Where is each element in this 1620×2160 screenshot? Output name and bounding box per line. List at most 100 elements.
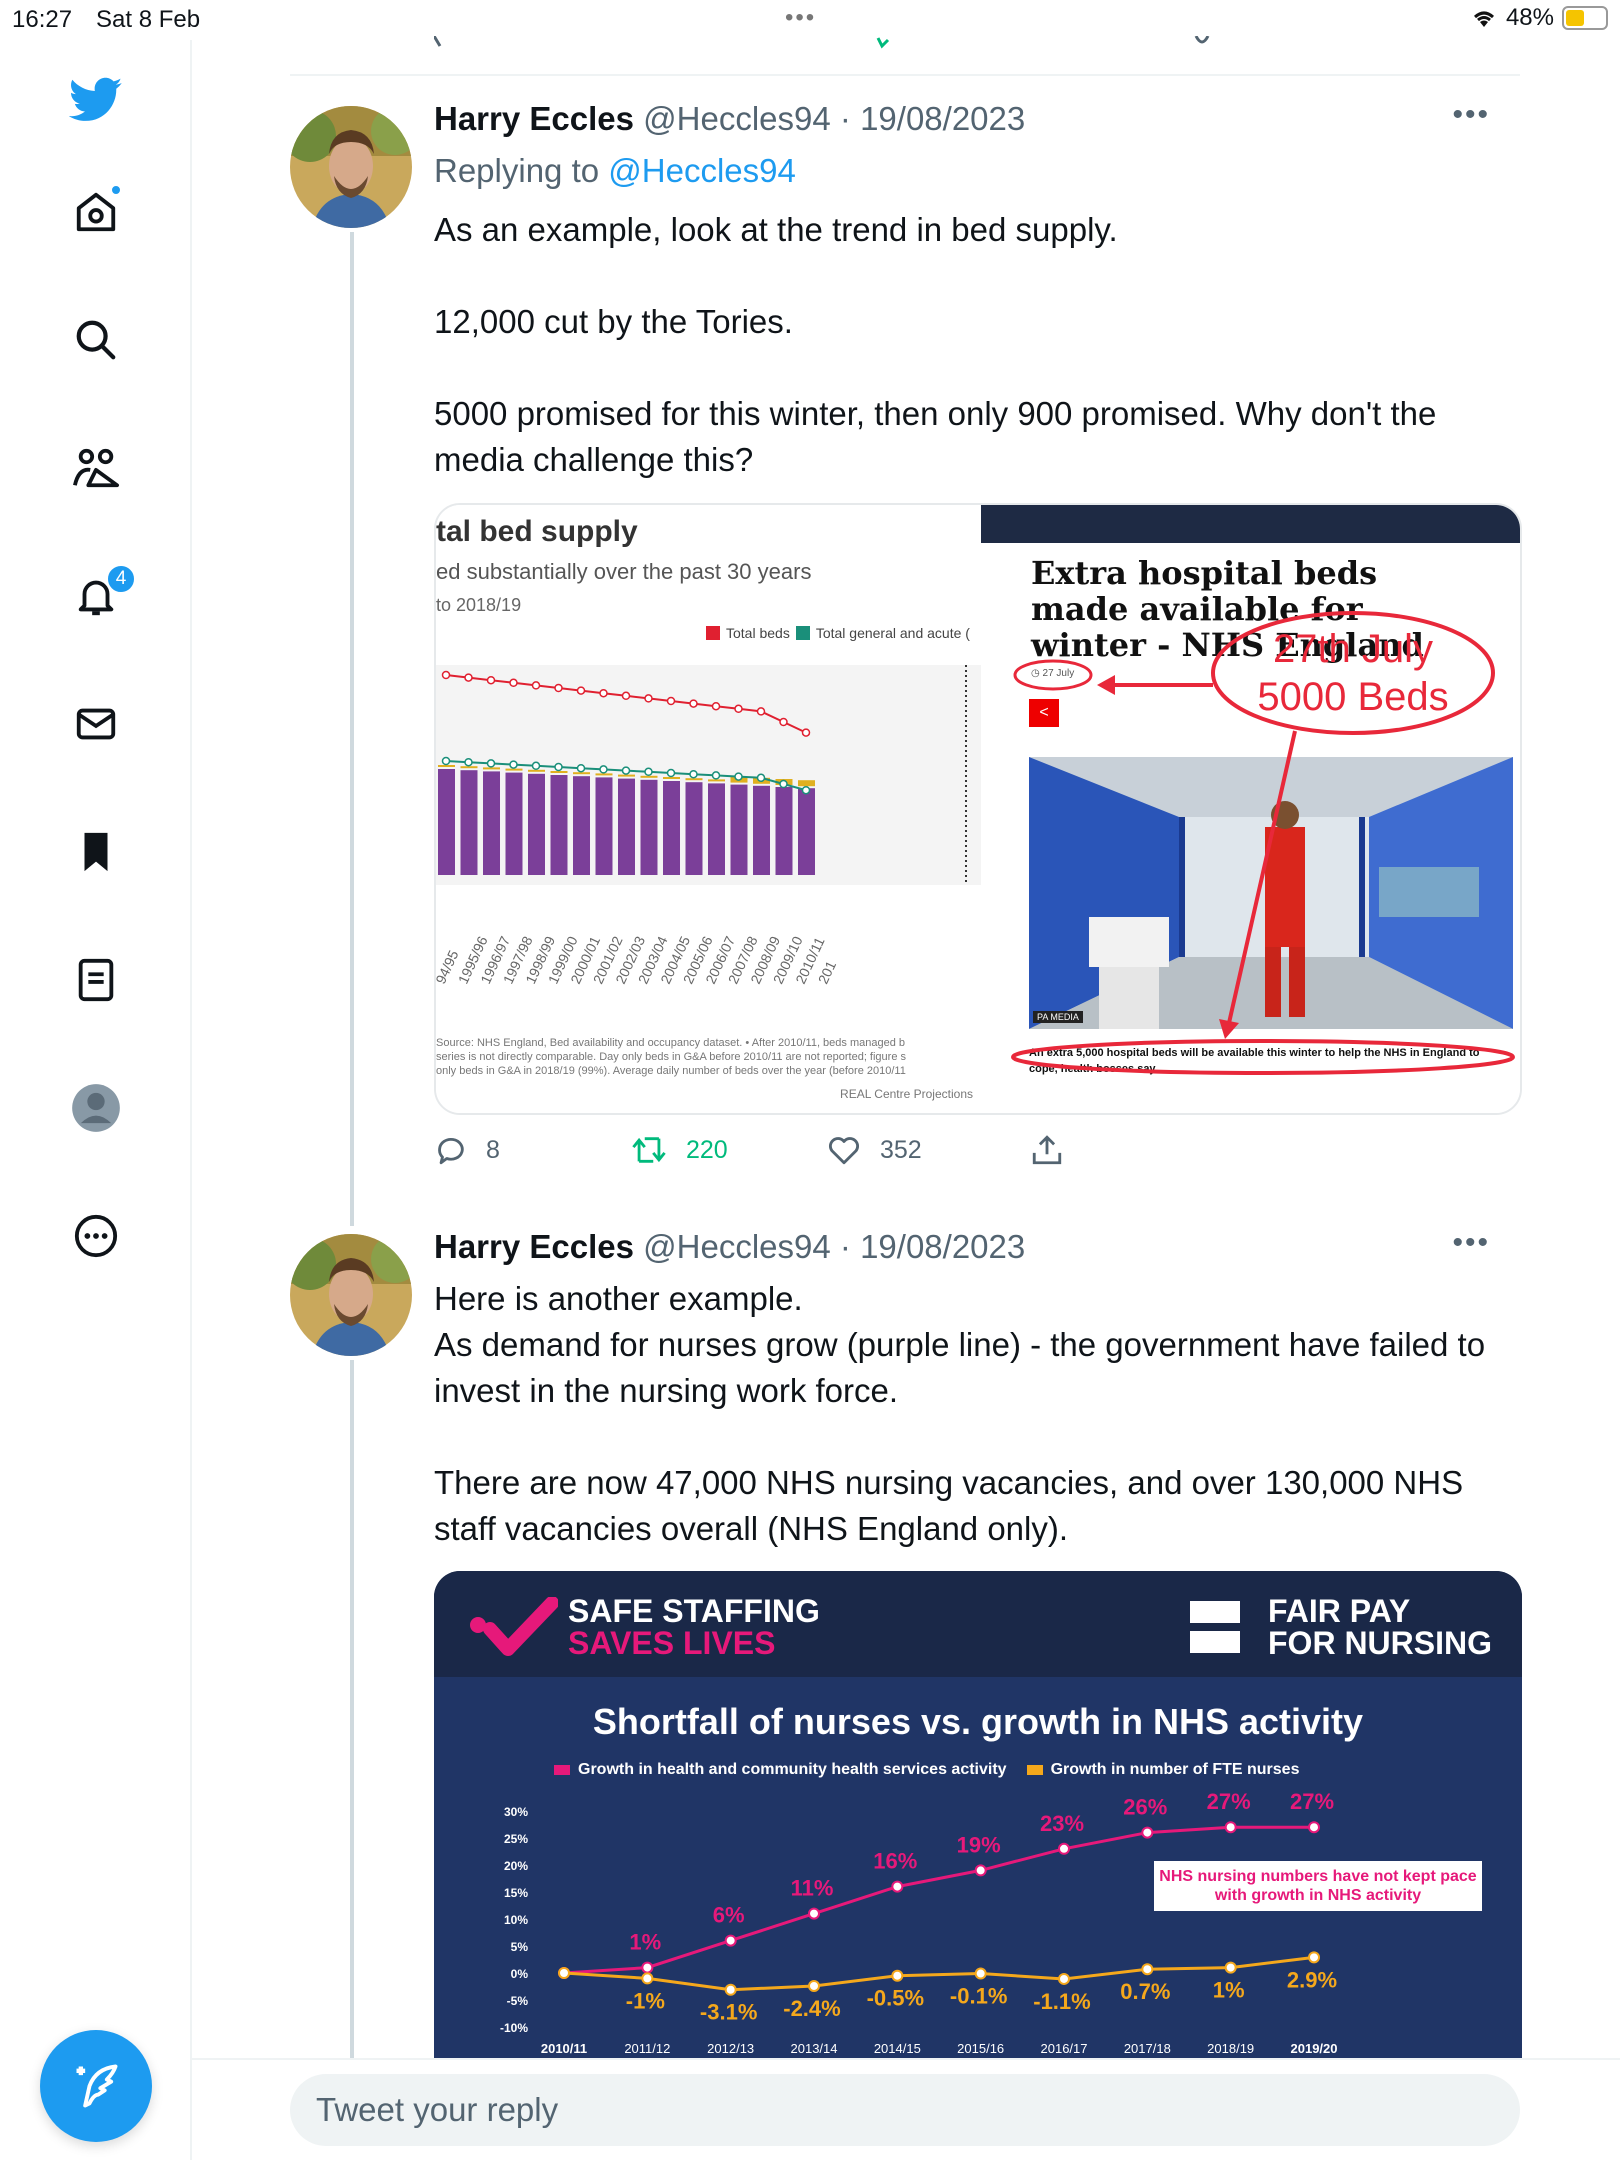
notifications-icon[interactable]: 4 <box>66 564 136 626</box>
infographic-header: SAFE STAFFING SAVES LIVES FAIR PAY FOR N… <box>434 1571 1522 1677</box>
tweet-date[interactable]: · 19/08/2023 <box>840 1228 1025 1265</box>
lists-icon[interactable] <box>66 950 126 1010</box>
chart-source-line: series is not directly comparable. Day o… <box>436 1051 906 1063</box>
bar <box>438 769 455 875</box>
y-tick-label: -5% <box>507 1994 529 2008</box>
bar <box>460 770 478 875</box>
activity-point <box>808 1907 820 1920</box>
bar-cap <box>798 780 815 787</box>
x-tick-label: 2012/13 <box>707 2041 754 2056</box>
chart-credit: REAL Centre Projections <box>840 1087 973 1101</box>
home-badge-dot <box>110 184 122 196</box>
tweet-text-line <box>434 1414 1524 1460</box>
bar <box>550 775 568 875</box>
retweet-button[interactable]: 220 <box>630 1133 728 1167</box>
safe-staffing-logo-text: SAFE STAFFING SAVES LIVES <box>568 1595 820 1659</box>
nurse-point <box>1058 1972 1070 1985</box>
total-beds-point <box>464 673 473 682</box>
nurse-point <box>558 1967 570 1979</box>
bar-cap <box>640 775 658 778</box>
chart-subtitle: ed substantially over the past 30 years <box>436 559 812 584</box>
tweet-text-line <box>434 253 1524 299</box>
more-options-icon[interactable]: ••• <box>1452 1226 1490 1260</box>
home-icon[interactable] <box>66 182 126 242</box>
total-beds-point <box>644 694 653 703</box>
author-name[interactable]: Harry Eccles <box>434 1228 634 1265</box>
nurse-shortfall-chart: 30% 25% 20% 15% 10% 5% 0% -5% -10% 2010/11 2011/12… <box>500 1791 1338 2056</box>
bed-supply-chart-image[interactable]: tal bed supply ed substantially over the… <box>436 505 981 1113</box>
flag-stripes-icon <box>1190 1601 1240 1653</box>
general-acute-point <box>464 757 473 767</box>
nurse-data-label: -1.1% <box>1033 1989 1090 2014</box>
search-icon[interactable] <box>66 310 126 370</box>
general-acute-point <box>734 772 743 781</box>
tweet-reply-input[interactable] <box>290 2074 1520 2146</box>
twitter-logo-icon[interactable] <box>66 70 126 130</box>
replying-handle-link[interactable]: @Heccles94 <box>608 152 796 189</box>
communities-icon[interactable] <box>66 438 126 498</box>
bar <box>483 771 500 875</box>
profile-icon[interactable] <box>66 1078 126 1138</box>
compose-tweet-button[interactable] <box>40 2030 152 2142</box>
bar <box>640 779 658 875</box>
nurse-growth-line <box>563 1955 1315 1992</box>
like-count: 352 <box>880 1135 922 1164</box>
total-beds-point <box>734 704 743 714</box>
legend-total-beds: Total beds <box>726 625 790 641</box>
general-acute-point <box>441 756 451 766</box>
reply-bar <box>192 2058 1620 2160</box>
retweet-icon <box>632 1137 666 1163</box>
activity-point <box>1308 1821 1320 1834</box>
total-beds-point <box>531 681 541 690</box>
activity-data-label: 16% <box>873 1849 917 1874</box>
share-button[interactable] <box>1030 1133 1064 1167</box>
tweet-header: Harry Eccles @Heccles94 · 19/08/2023 <box>434 100 1025 138</box>
nurse-data-label: -3.1% <box>700 2000 757 2025</box>
tweet-text: As an example, look at the trend in bed … <box>434 207 1524 483</box>
author-handle[interactable]: @Heccles94 <box>643 100 831 137</box>
red-annotation-overlay <box>1011 611 1515 1075</box>
bar <box>528 773 545 875</box>
brand-line: SAVES LIVES <box>568 1625 776 1661</box>
chart-title: tal bed supply <box>436 515 638 548</box>
status-date: Sat 8 Feb <box>96 6 201 33</box>
total-beds-point <box>621 691 631 701</box>
bar <box>730 784 748 875</box>
activity-data-label: 19% <box>957 1832 1001 1857</box>
avatar[interactable] <box>290 106 412 228</box>
y-tick-label: 5% <box>511 1940 529 1954</box>
bar-cap <box>438 765 455 767</box>
bookmarks-icon[interactable] <box>66 822 126 882</box>
previous-tweet-actions-remnant <box>434 36 1210 49</box>
more-options-icon[interactable]: ••• <box>1452 98 1490 132</box>
general-acute-point <box>644 767 653 777</box>
more-icon[interactable] <box>66 1206 126 1266</box>
author-name[interactable]: Harry Eccles <box>434 100 634 137</box>
x-tick-label: 2014/15 <box>874 2041 921 2056</box>
reply-button[interactable]: 8 <box>434 1133 500 1167</box>
heart-icon <box>829 1137 859 1165</box>
news-article-image[interactable]: Extra hospital beds made available for w… <box>981 505 1520 1113</box>
bar <box>708 783 725 875</box>
annotation-date: 27th July <box>1272 627 1434 671</box>
nurse-point <box>974 1967 987 1980</box>
retweet-count: 220 <box>686 1135 728 1164</box>
tweet-media[interactable]: SAFE STAFFING SAVES LIVES FAIR PAY FOR N… <box>434 1571 1522 2060</box>
legend-label: Growth in number of FTE nurses <box>1050 1761 1300 1778</box>
compose-tweet-icon <box>76 2064 118 2108</box>
tweet-media[interactable]: tal bed supply ed substantially over the… <box>434 503 1522 1115</box>
activity-data-label: 6% <box>713 1903 745 1928</box>
bar-cap <box>483 767 500 770</box>
activity-point <box>641 1961 654 1974</box>
messages-icon[interactable] <box>66 694 126 754</box>
avatar[interactable] <box>290 1234 412 1356</box>
bar <box>685 782 703 875</box>
tweet-date[interactable]: · 19/08/2023 <box>840 100 1025 137</box>
y-tick-label: 20% <box>504 1859 528 1873</box>
sidebar: 4 <box>0 40 192 2160</box>
like-button[interactable]: 352 <box>826 1133 922 1167</box>
replying-to: Replying to @Heccles94 <box>434 152 796 190</box>
status-time: 16:27 <box>12 6 73 33</box>
author-handle[interactable]: @Heccles94 <box>643 1228 831 1265</box>
legend-item-nurses: Growth in number of FTE nurses <box>1026 1761 1300 1779</box>
